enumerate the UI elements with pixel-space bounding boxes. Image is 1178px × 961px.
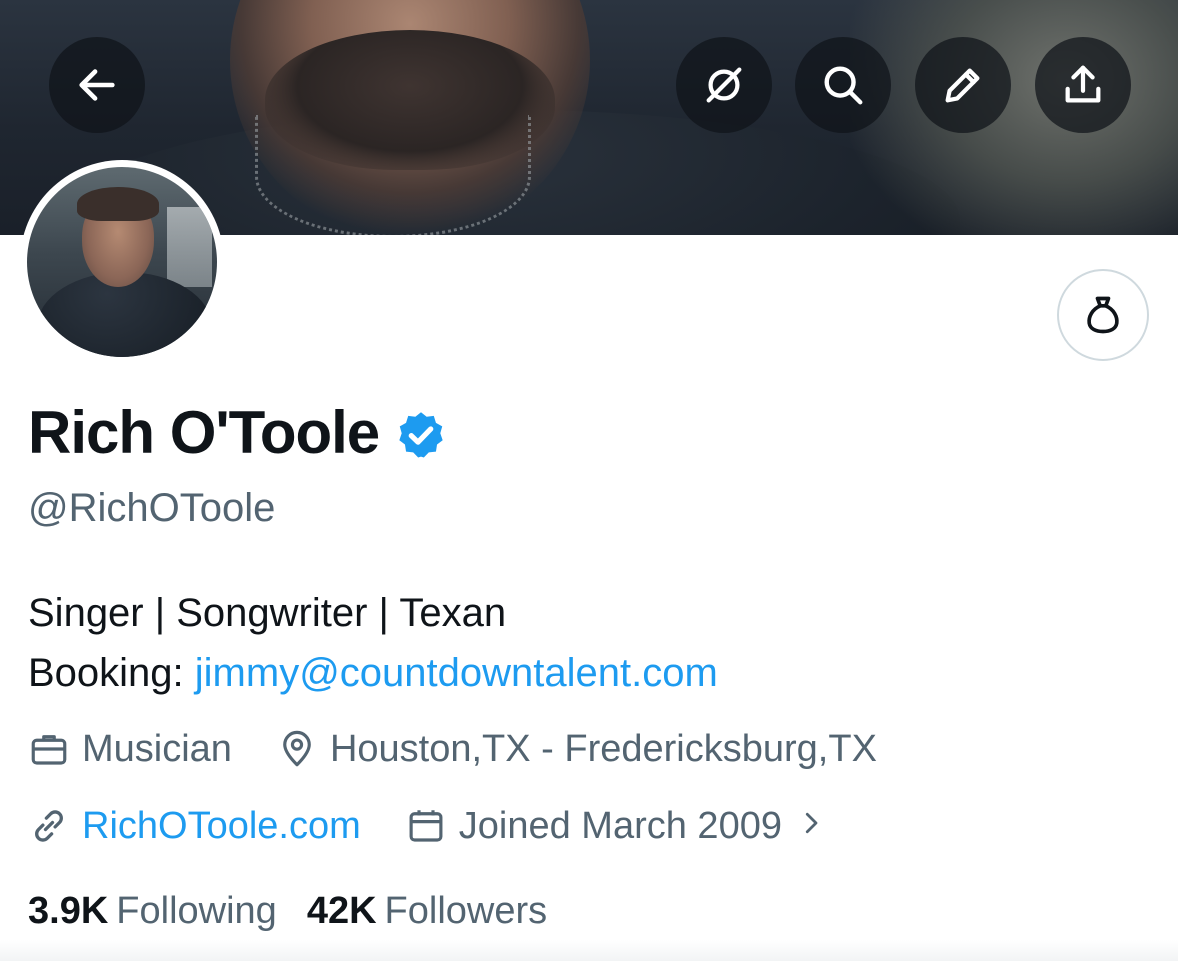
briefcase-icon (31, 735, 67, 765)
hide-button[interactable] (676, 37, 772, 133)
followers-count: 42K (306, 890, 377, 932)
calendar-icon (409, 810, 443, 842)
location-text: Houston,TX - Fredericksburg,TX (329, 728, 877, 770)
profession-text: Musician (82, 728, 232, 770)
money-bag-icon (1087, 296, 1119, 334)
banner-image-background (850, 0, 1178, 235)
profile-avatar[interactable] (20, 160, 224, 364)
eye-off-slash-icon (706, 67, 742, 103)
banner-image-necklace (255, 115, 531, 235)
chevron-right-icon (782, 803, 826, 849)
profile-name-row: Rich O'Toole (28, 398, 447, 468)
location-pin-icon (283, 730, 311, 767)
joined-item[interactable]: Joined March 2009 (405, 803, 826, 849)
verified-badge-icon[interactable] (395, 405, 447, 461)
profile-bio: Singer | Songwriter | Texan Booking: jim… (28, 583, 718, 703)
following-link[interactable]: 3.9K Following (28, 888, 277, 934)
back-button[interactable] (49, 37, 145, 133)
website-link[interactable]: RichOToole.com (82, 803, 361, 849)
pencil-icon (945, 68, 980, 103)
following-label: Following (116, 890, 277, 932)
search-button[interactable] (795, 37, 891, 133)
following-count: 3.9K (28, 890, 109, 932)
bio-line-1: Singer | Songwriter | Texan (28, 591, 507, 635)
profile-name: Rich O'Toole (28, 399, 380, 466)
booking-email-link[interactable]: jimmy@countdowntalent.com (195, 651, 718, 695)
avatar-photo-hair (77, 187, 159, 221)
tips-button[interactable] (1057, 269, 1149, 361)
avatar-photo (27, 167, 217, 357)
joined-text: Joined March 2009 (458, 805, 782, 847)
followers-label: Followers (384, 890, 548, 932)
avatar-photo-window (167, 207, 212, 287)
profession-item: Musician (28, 726, 232, 772)
share-button[interactable] (1035, 37, 1131, 133)
location-item: Houston,TX - Fredericksburg,TX (276, 726, 877, 772)
bottom-divider-shadow (0, 940, 1178, 961)
link-icon (35, 810, 63, 842)
profile-meta-row-2: RichOToole.com Joined March 2009 (28, 803, 870, 849)
website-item[interactable]: RichOToole.com (28, 803, 361, 849)
follow-stats: 3.9K Following 42K Followers (28, 888, 577, 934)
arrow-left-icon (79, 69, 115, 101)
profile-handle: @RichOToole (28, 486, 276, 530)
edit-button[interactable] (915, 37, 1011, 133)
bio-booking-label: Booking: (28, 651, 195, 695)
profile-meta-row-1: Musician Houston,TX - Fredericksburg,TX (28, 726, 921, 772)
followers-link[interactable]: 42K Followers (307, 888, 547, 934)
share-upload-icon (1065, 65, 1101, 103)
search-icon (824, 66, 863, 105)
bio-line-2: Booking: jimmy@countdowntalent.com (28, 643, 718, 703)
